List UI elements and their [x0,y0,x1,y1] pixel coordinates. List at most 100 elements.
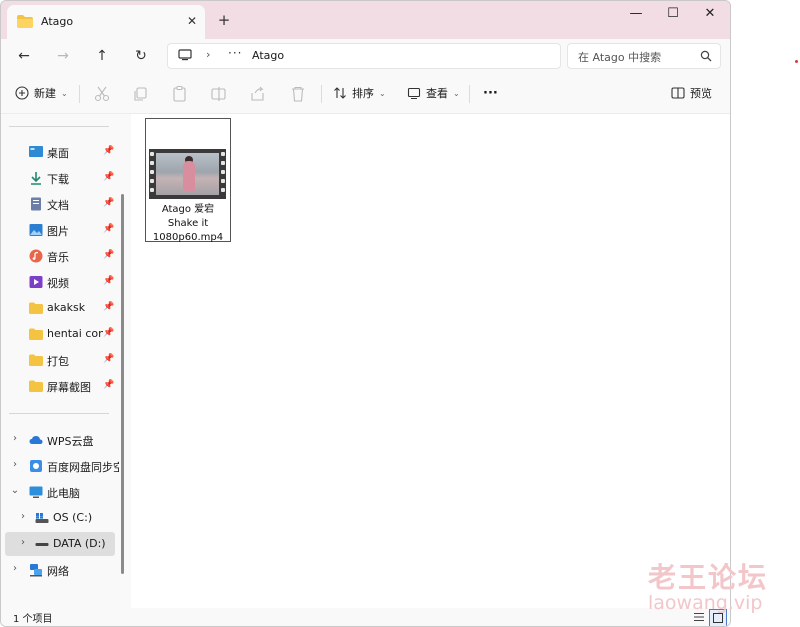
sidebar-item-pack[interactable]: 打包 📌 [1,348,121,372]
watermark-en: laowang.vip [648,592,763,614]
chevron-right-icon[interactable]: › [18,537,28,548]
tab-close-button[interactable]: ✕ [183,12,201,30]
os-drive-icon [35,513,49,523]
plus-circle-icon [15,86,29,100]
refresh-button[interactable]: ↻ [130,45,152,67]
file-list-area: Atago 爱宕 Shake it 1080p60.mp4 [131,114,730,608]
pin-icon: 📌 [103,328,115,338]
sort-icon [334,87,346,99]
sidebar-item-wps-cloud[interactable]: › WPS云盘 [1,428,121,452]
red-dot [795,60,798,63]
file-explorer-window: Atago ✕ + — ☐ ✕ ← → ↑ ↻ › ··· Atago 在 At… [0,0,731,627]
sidebar-item-os-c[interactable]: › OS (C:) [1,506,121,530]
sidebar-item-label: DATA (D:) [53,537,106,550]
address-overflow-button[interactable]: ··· [228,46,242,60]
sidebar-item-desktop[interactable]: 桌面 📌 [1,140,121,164]
sidebar-item-label: 百度网盘同步空 [47,461,119,474]
chevron-down-icon[interactable]: ⌄ [10,485,20,496]
sort-button[interactable]: 排序 ⌄ [333,83,386,103]
copy-icon[interactable] [132,85,150,103]
pin-icon: 📌 [103,354,115,364]
sidebar-item-data-d[interactable]: › DATA (D:) [5,532,115,556]
maximize-button[interactable]: ☐ [656,4,690,24]
sidebar-item-this-pc[interactable]: ⌄ 此电脑 [1,480,121,504]
folder-icon [29,328,43,340]
pin-icon: 📌 [103,172,115,182]
sidebar-item-videos[interactable]: 视频 📌 [1,270,121,294]
forward-button[interactable]: → [52,45,74,67]
preview-pane-icon [671,87,685,99]
sidebar-item-label: 下载 [47,173,69,186]
sort-label: 排序 [352,87,374,100]
watermark-cn: 老王论坛 [648,561,769,594]
download-icon [31,172,41,185]
tab-title: Atago [41,15,74,28]
sidebar-item-label: 音乐 [47,251,69,264]
sidebar-item-network[interactable]: › 网络 [1,558,121,582]
sidebar-scrollbar[interactable] [121,194,124,574]
rename-icon[interactable] [210,85,228,103]
tab-atago[interactable]: Atago ✕ [7,5,205,39]
chevron-right-icon[interactable]: › [10,433,20,444]
address-separator: › [206,48,211,61]
chevron-right-icon[interactable]: › [10,563,20,574]
minimize-button[interactable]: — [619,4,653,24]
preview-button[interactable]: 预览 [671,83,712,103]
sidebar-item-documents[interactable]: 文档 📌 [1,192,121,216]
chevron-down-icon: ⌄ [61,88,68,98]
new-button[interactable]: 新建 ⌄ [15,83,68,103]
search-box[interactable]: 在 Atago 中搜索 [567,43,721,69]
more-button[interactable]: ··· [483,83,498,103]
address-current-folder[interactable]: Atago [252,49,284,62]
sidebar-item-pictures[interactable]: 图片 📌 [1,218,121,242]
chevron-down-icon: ⌄ [379,88,386,98]
chevron-right-icon[interactable]: › [10,459,20,470]
pin-icon: 📌 [103,146,115,156]
cloud-icon [29,436,43,444]
file-name: Atago 爱宕 Shake it 1080p60.mp4 [152,204,224,243]
sidebar-item-akaksk[interactable]: akaksk 📌 [1,296,121,320]
sidebar-item-hentai-content[interactable]: hentai conte 📌 [1,322,121,346]
sidebar-item-music[interactable]: 音乐 📌 [1,244,121,268]
chevron-right-icon[interactable]: › [18,511,28,522]
sidebar-item-download[interactable]: 下载 📌 [1,166,121,190]
divider [469,85,470,103]
view-button[interactable]: 查看 ⌄ [407,83,460,103]
pin-icon: 📌 [103,224,115,234]
sidebar-item-screenshots[interactable]: 屏幕截图 📌 [1,374,121,398]
back-button[interactable]: ← [13,45,35,67]
view-label: 查看 [426,87,448,100]
network-icon [30,564,42,577]
sidebar-item-label: hentai conte [47,327,103,340]
pin-icon: 📌 [103,380,115,390]
delete-icon[interactable] [289,85,307,103]
navigation-bar: ← → ↑ ↻ › ··· Atago 在 Atago 中搜索 [1,39,730,73]
close-button[interactable]: ✕ [693,4,727,24]
chevron-down-icon: ⌄ [453,88,460,98]
cut-icon[interactable] [93,85,111,103]
new-tab-button[interactable]: + [215,11,233,29]
up-button[interactable]: ↑ [91,45,113,67]
sidebar-item-label: WPS云盘 [47,435,94,448]
address-bar[interactable]: › ··· Atago [167,43,561,69]
share-icon[interactable] [249,85,267,103]
sidebar-item-label: 图片 [47,225,69,238]
folder-icon [29,302,43,314]
paste-icon[interactable] [171,85,189,103]
document-icon [31,197,41,211]
folder-icon [17,15,33,28]
sidebar-item-baidu-sync[interactable]: › 百度网盘同步空 [1,454,121,478]
divider [9,413,109,414]
video-icon [29,276,43,288]
divider [9,126,109,127]
preview-label: 预览 [690,87,712,100]
pin-icon: 📌 [103,198,115,208]
sidebar-item-label: OS (C:) [53,511,93,524]
file-item[interactable]: Atago 爱宕 Shake it 1080p60.mp4 [145,118,231,243]
content-scrollbar[interactable] [723,114,729,608]
video-thumbnail-icon [149,149,226,199]
music-icon [29,249,43,263]
view-icon [407,87,421,100]
search-input[interactable]: 在 Atago 中搜索 [578,49,661,65]
sidebar-item-label: 此电脑 [47,487,80,500]
